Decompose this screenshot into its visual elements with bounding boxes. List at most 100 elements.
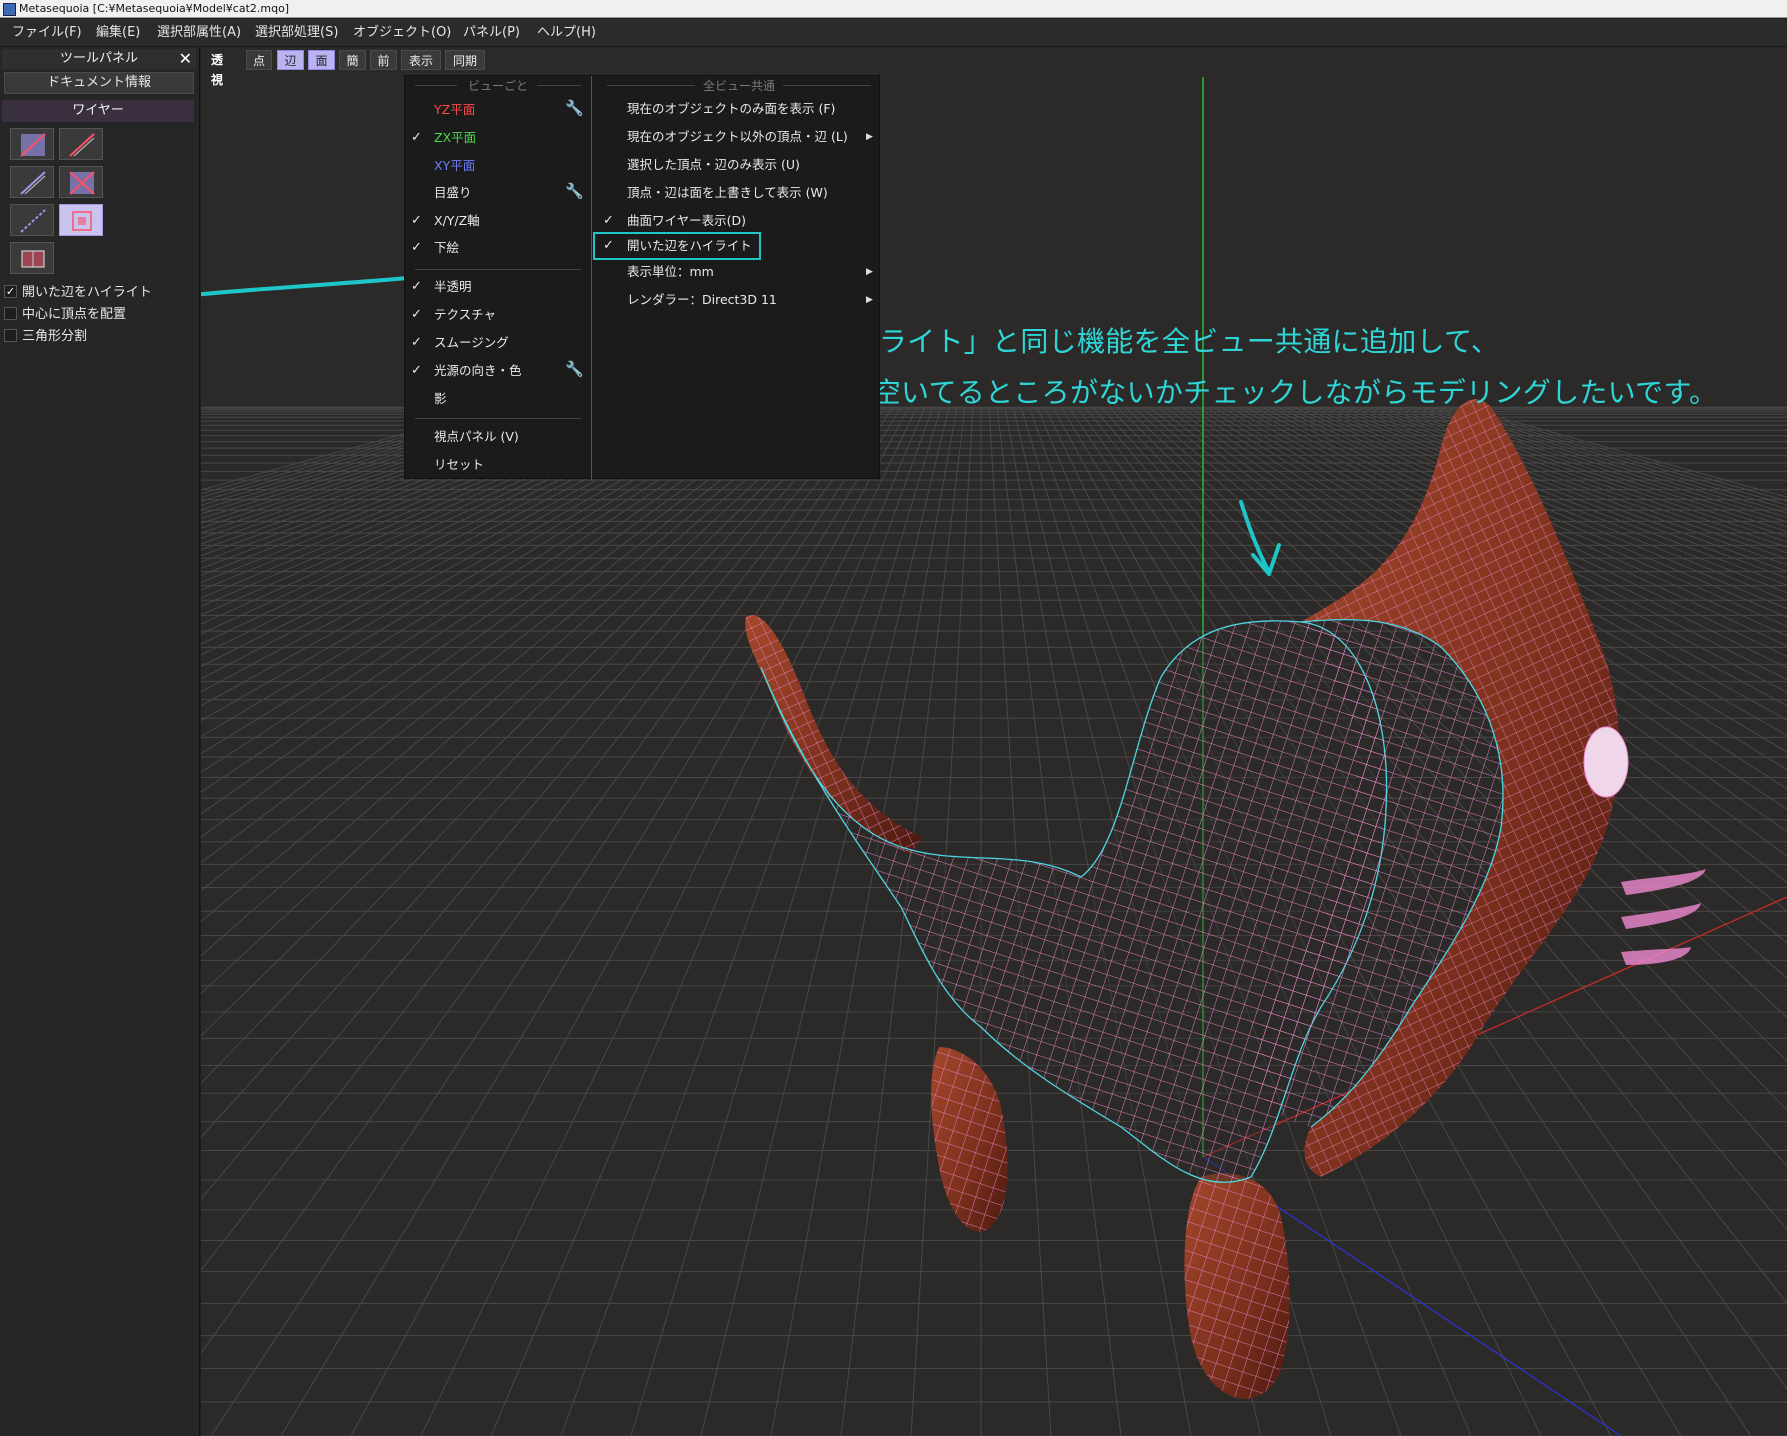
submenu-arrow-icon: ▶ <box>866 267 873 277</box>
menu-file[interactable]: ファイル(F) <box>6 19 88 47</box>
menu-edit[interactable]: 編集(E) <box>90 19 146 47</box>
grid-line <box>201 406 830 957</box>
wire-cross-icon[interactable] <box>59 166 103 198</box>
knife-line-icon[interactable] <box>10 166 54 198</box>
check-icon: ✓ <box>411 279 422 294</box>
menu-texture[interactable]: テクスチャ <box>434 305 496 325</box>
grid-line <box>201 406 638 576</box>
grid-line <box>201 406 502 491</box>
grid-line <box>201 406 686 625</box>
menu-viewpoint-panel[interactable]: 視点パネル (V) <box>434 427 519 447</box>
grid-line <box>201 406 598 545</box>
menu-zx-plane[interactable]: ZX平面 <box>434 128 476 148</box>
check-icon: ✓ <box>411 130 422 145</box>
annotation-arrow-down <box>1239 500 1271 574</box>
menu-selection-process[interactable]: 選択部処理(S) <box>249 19 344 47</box>
menu-help[interactable]: ヘルプ(H) <box>531 19 602 47</box>
submenu-arrow-icon: ▶ <box>866 132 873 142</box>
menu-smoothing[interactable]: スムージング <box>434 333 509 353</box>
checkbox[interactable] <box>4 329 17 342</box>
all-views-section-title: 全ビュー共通 <box>702 79 775 93</box>
app-icon <box>3 3 16 16</box>
tool-panel-title: ツールパネル <box>59 51 138 66</box>
tool-panel: ツールパネル ✕ ドキュメント情報 ワイヤー ✓ 開いた辺をハイライト 中心に頂点… <box>0 47 200 1436</box>
separator <box>783 85 871 86</box>
separator <box>415 85 457 86</box>
view-simple-button[interactable]: 簡 <box>339 50 366 70</box>
document-info-button[interactable]: ドキュメント情報 <box>4 72 194 94</box>
menu-grid-scale[interactable]: 目盛り <box>434 183 472 203</box>
check-icon: ✓ <box>411 307 422 322</box>
grid-line <box>201 406 710 656</box>
menu-overwrite-faces[interactable]: 頂点・辺は面を上書きして表示 (W) <box>627 183 828 203</box>
check-icon: ✓ <box>411 363 422 378</box>
grid-line <box>201 406 662 599</box>
menu-xy-plane[interactable]: XY平面 <box>434 156 475 176</box>
perspective-label[interactable]: 透視 <box>211 50 223 87</box>
grid-line <box>201 406 630 569</box>
option-center-vertex[interactable]: 中心に頂点を配置 <box>4 305 126 325</box>
grid-line <box>201 406 702 645</box>
check-icon: ✓ <box>603 213 614 228</box>
grid-line <box>201 406 750 722</box>
grid-line <box>201 406 886 1354</box>
separator <box>415 269 581 270</box>
menu-light-direction[interactable]: 光源の向き・色 <box>434 361 522 381</box>
menu-yz-plane[interactable]: YZ平面 <box>434 100 475 120</box>
menu-selection-attributes[interactable]: 選択部属性(A) <box>151 19 247 47</box>
wire-slash-icon[interactable] <box>59 128 103 160</box>
option-label: 三角形分割 <box>22 329 88 344</box>
wire-diagonal-icon[interactable] <box>10 128 54 160</box>
menu-shadow[interactable]: 影 <box>434 389 447 409</box>
menu-curved-wire[interactable]: 曲面ワイヤー表示(D) <box>627 211 746 231</box>
menu-other-objects-vertices-edges[interactable]: 現在のオブジェクト以外の頂点・辺 (L) <box>627 127 848 147</box>
grid-line <box>201 406 878 1271</box>
grid-line <box>201 406 646 583</box>
wrench-icon[interactable]: 🔧 <box>565 360 584 378</box>
menu-renderer[interactable]: レンダラー：Direct3D 11 <box>627 290 777 310</box>
cat-model[interactable] <box>745 399 1706 1399</box>
grid-line <box>280 406 902 1436</box>
option-label: 開いた辺をハイライト <box>22 285 152 300</box>
wrench-icon[interactable]: 🔧 <box>565 99 584 117</box>
checkbox-checked[interactable]: ✓ <box>4 285 17 298</box>
checkbox[interactable] <box>4 307 17 320</box>
wrench-icon[interactable]: 🔧 <box>565 182 584 200</box>
grid-line <box>630 406 942 1436</box>
grid-line <box>201 406 766 755</box>
view-vertex-button[interactable]: 点 <box>246 50 272 70</box>
grid-line <box>201 406 870 1200</box>
wire-grid-icon[interactable] <box>59 204 103 236</box>
grid-line <box>210 406 894 1436</box>
check-icon: ✓ <box>411 240 422 255</box>
view-face-button[interactable]: 面 <box>308 50 335 70</box>
menu-translucent[interactable]: 半透明 <box>434 277 472 297</box>
view-front-button[interactable]: 前 <box>370 50 397 70</box>
grid-line <box>201 406 526 502</box>
wire-dashed-icon[interactable] <box>10 204 54 236</box>
menu-underlay[interactable]: 下絵 <box>434 238 459 258</box>
menu-display-unit[interactable]: 表示単位：mm <box>627 262 714 282</box>
option-label: 中心に頂点を配置 <box>22 307 127 322</box>
per-view-section-title: ビューごと <box>467 79 528 93</box>
view-sync-button[interactable]: 同期 <box>445 50 485 70</box>
menu-panel[interactable]: パネル(P) <box>457 19 526 47</box>
grid-line <box>201 406 806 864</box>
grid-line <box>201 406 606 551</box>
grid-line <box>201 406 742 707</box>
view-edge-button[interactable]: 辺 <box>277 50 304 70</box>
menu-selected-only[interactable]: 選択した頂点・辺のみ表示 (U) <box>627 155 800 175</box>
option-highlight-open-edges[interactable]: ✓ 開いた辺をハイライト <box>4 283 152 303</box>
view-display-button[interactable]: 表示 <box>401 50 441 70</box>
menu-xyz-axis[interactable]: X/Y/Z軸 <box>434 211 480 231</box>
option-triangulate[interactable]: 三角形分割 <box>4 327 87 347</box>
menu-reset[interactable]: リセット <box>434 455 484 475</box>
menu-current-object-faces-only[interactable]: 現在のオブジェクトのみ面を表示 (F) <box>627 99 835 119</box>
grid-line <box>560 406 934 1436</box>
grid-line <box>201 406 614 557</box>
grid-line <box>201 406 838 995</box>
wire-frame-icon[interactable] <box>10 242 54 274</box>
check-icon: ✓ <box>411 335 422 350</box>
menu-object[interactable]: オブジェクト(O) <box>347 19 457 47</box>
close-icon[interactable]: ✕ <box>179 49 192 69</box>
